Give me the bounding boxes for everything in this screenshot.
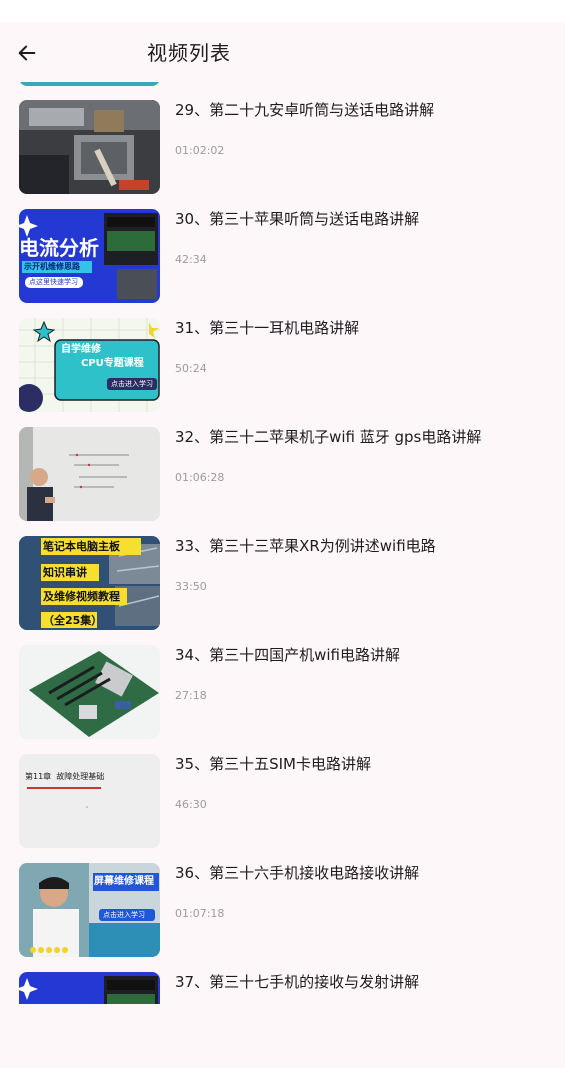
thumbnail-caption: （全25集） — [43, 614, 103, 627]
thumbnail-caption: 电流分析 — [19, 236, 99, 260]
page-title: 视频列表 — [147, 41, 231, 65]
list-item[interactable]: 笔记本电脑主板 知识串讲 及维修视频教程 （全25集） 33、第三十三苹果XR为… — [0, 536, 565, 632]
list-item[interactable]: 第11章 故障处理基础 35、第三十五SIM卡电路讲解 46:30 — [0, 754, 565, 850]
thumbnail-caption: 及维修视频教程 — [43, 590, 120, 603]
video-thumbnail[interactable] — [19, 100, 160, 194]
list-item[interactable]: 自学维修 CPU专题课程 点击进入学习 31、第三十一耳机电路讲解 50:24 — [0, 318, 565, 414]
video-duration: 27:18 — [175, 689, 207, 702]
list-item[interactable]: 屏幕维修课程 点击进入学习 36、第三十六手机接收电路接收讲解 01:07:18 — [0, 863, 565, 959]
video-title: 30、第三十苹果听筒与送话电路讲解 — [175, 210, 420, 228]
video-thumbnail[interactable] — [19, 972, 160, 1004]
video-list[interactable]: 29、第二十九安卓听筒与送话电路讲解 01:02:02 电流分析 示开机维修思路… — [0, 0, 565, 1004]
video-thumbnail[interactable]: 第11章 故障处理基础 — [19, 754, 160, 848]
video-title: 36、第三十六手机接收电路接收讲解 — [175, 864, 420, 882]
video-thumbnail[interactable]: 自学维修 CPU专题课程 点击进入学习 — [19, 318, 160, 412]
thumbnail-caption: 示开机维修思路 — [24, 262, 80, 271]
thumbnail-caption: 点击进入学习 — [103, 911, 145, 919]
thumbnail-caption: 点这里快速学习 — [29, 278, 78, 286]
video-thumbnail[interactable] — [19, 427, 160, 521]
video-title: 35、第三十五SIM卡电路讲解 — [175, 755, 371, 773]
video-duration: 42:34 — [175, 253, 207, 266]
video-title: 29、第二十九安卓听筒与送话电路讲解 — [175, 101, 435, 119]
thumbnail-caption: 知识串讲 — [43, 566, 87, 579]
list-item[interactable]: 37、第三十七手机的接收与发射讲解 — [0, 972, 565, 1068]
thumbnail-caption: 笔记本电脑主板 — [43, 540, 120, 553]
video-thumbnail[interactable]: 笔记本电脑主板 知识串讲 及维修视频教程 （全25集） — [19, 536, 160, 630]
thumbnail-caption: 自学维修 — [61, 344, 101, 355]
video-title: 34、第三十四国产机wifi电路讲解 — [175, 646, 400, 664]
video-duration: 46:30 — [175, 798, 207, 811]
chapter-title: 故障处理基础 — [56, 772, 105, 781]
video-thumbnail[interactable]: 屏幕维修课程 点击进入学习 — [19, 863, 160, 957]
video-title: 37、第三十七手机的接收与发射讲解 — [175, 973, 420, 991]
video-duration: 01:06:28 — [175, 471, 225, 484]
list-item[interactable]: 34、第三十四国产机wifi电路讲解 27:18 — [0, 645, 565, 741]
back-button[interactable] — [12, 38, 42, 68]
thumbnail-caption: 点击进入学习 — [111, 380, 153, 388]
video-duration: 50:24 — [175, 362, 207, 375]
thumbnail-caption: 第11章 故障处理基础 — [25, 771, 104, 783]
list-item[interactable]: 32、第三十二苹果机子wifi 蓝牙 gps电路讲解 01:06:28 — [0, 427, 565, 523]
chapter-number: 第11章 — [25, 772, 52, 781]
video-title: 32、第三十二苹果机子wifi 蓝牙 gps电路讲解 — [175, 428, 482, 446]
arrow-left-icon — [18, 45, 36, 61]
video-thumbnail[interactable]: 电流分析 示开机维修思路 点这里快速学习 — [19, 209, 160, 303]
video-title: 31、第三十一耳机电路讲解 — [175, 319, 360, 337]
video-duration: 01:07:18 — [175, 907, 225, 920]
video-duration: 01:02:02 — [175, 144, 225, 157]
app-bar: 视频列表 — [0, 22, 565, 82]
list-item[interactable]: 电流分析 示开机维修思路 点这里快速学习 30、第三十苹果听筒与送话电路讲解 4… — [0, 209, 565, 305]
video-duration: 33:50 — [175, 580, 207, 593]
list-item[interactable]: 29、第二十九安卓听筒与送话电路讲解 01:02:02 — [0, 100, 565, 196]
thumbnail-caption: CPU专题课程 — [81, 358, 144, 369]
video-title: 33、第三十三苹果XR为例讲述wifi电路 — [175, 537, 436, 555]
video-thumbnail[interactable] — [19, 645, 160, 739]
thumbnail-caption: 屏幕维修课程 — [94, 876, 154, 887]
